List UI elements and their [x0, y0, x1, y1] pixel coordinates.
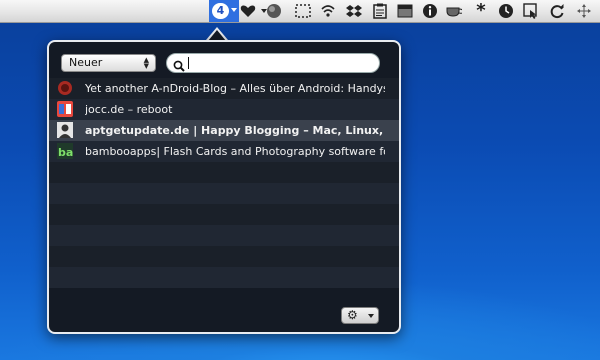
- list-item[interactable]: Yet another A-nDroid-Blog – Alles über A…: [49, 78, 399, 99]
- unread-count-badge: 4: [212, 3, 229, 19]
- clock-icon[interactable]: [498, 3, 514, 19]
- globe-icon[interactable]: [266, 3, 282, 19]
- text-cursor: [188, 57, 189, 69]
- cursor-icon[interactable]: [523, 3, 539, 19]
- sync-icon[interactable]: [549, 3, 565, 19]
- bookmark-list: Yet another A-nDroid-Blog – Alles über A…: [49, 78, 399, 298]
- jocc-favicon-icon: [57, 101, 73, 117]
- read-later-popover: Neuer ▲ ▼ Yet another A-nDroid-Blog – All…: [47, 40, 401, 334]
- settings-button[interactable]: ⚙: [341, 307, 379, 324]
- list-item-empty: [49, 183, 399, 204]
- list-item-title: Yet another A-nDroid-Blog – Alles über A…: [85, 82, 385, 95]
- move-icon[interactable]: [576, 3, 592, 19]
- svg-text:ba: ba: [58, 146, 73, 159]
- search-icon: [173, 57, 185, 76]
- asterisk-icon[interactable]: *: [473, 2, 489, 20]
- chevron-down-icon: [368, 314, 374, 318]
- selection-icon[interactable]: [295, 3, 311, 19]
- wifi-icon[interactable]: [320, 3, 336, 19]
- read-later-menu-item[interactable]: 4: [209, 0, 239, 22]
- cup-icon[interactable]: [446, 3, 462, 19]
- search-field[interactable]: [166, 53, 380, 73]
- gear-icon: ⚙: [347, 308, 358, 322]
- android-favicon-icon: [57, 80, 73, 96]
- heart-icon[interactable]: [240, 3, 256, 19]
- list-item-title: aptgetupdate.de | Happy Blogging – Mac, …: [85, 124, 385, 137]
- list-item-empty: [49, 246, 399, 267]
- window-icon[interactable]: [397, 3, 413, 19]
- list-item-empty: [49, 204, 399, 225]
- aptgetupdate-favicon-icon: [57, 122, 73, 138]
- sort-order-value: Neuer: [69, 56, 103, 69]
- bambooapps-favicon-icon: ba: [57, 143, 73, 159]
- list-item-empty: [49, 267, 399, 288]
- menu-bar: 4 *: [0, 0, 600, 23]
- info-icon[interactable]: [422, 3, 438, 19]
- list-item-empty: [49, 162, 399, 183]
- list-item-title: bambooapps| Flash Cards and Photography …: [85, 145, 385, 158]
- list-item[interactable]: aptgetupdate.de | Happy Blogging – Mac, …: [49, 120, 399, 141]
- chevron-down-icon: [231, 8, 237, 12]
- list-item-title: jocc.de – reboot: [85, 103, 173, 116]
- dropbox-icon[interactable]: [346, 3, 362, 19]
- up-down-arrows-icon: ▲ ▼: [143, 56, 149, 70]
- list-item[interactable]: jocc.de – reboot: [49, 99, 399, 120]
- list-item[interactable]: ba bambooapps| Flash Cards and Photograp…: [49, 141, 399, 162]
- list-item-empty: [49, 225, 399, 246]
- sort-order-select[interactable]: Neuer ▲ ▼: [61, 54, 156, 72]
- clipboard-icon[interactable]: [372, 3, 388, 19]
